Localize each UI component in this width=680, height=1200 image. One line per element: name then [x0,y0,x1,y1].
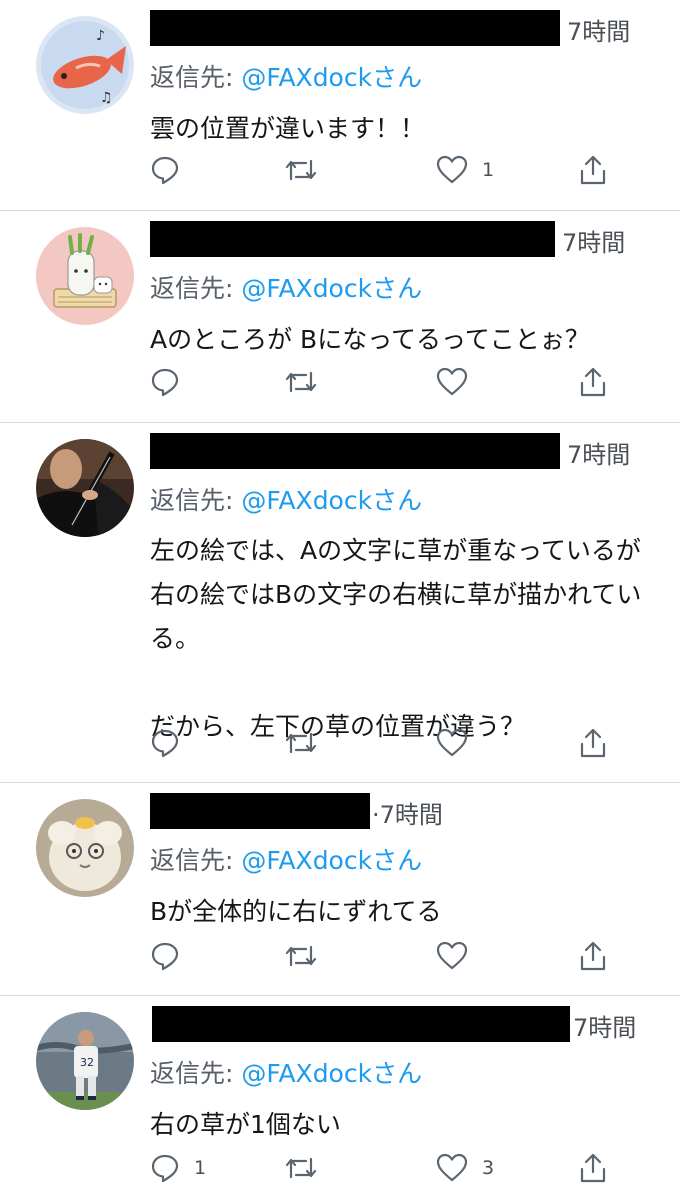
tweet[interactable]: ♪ ♫ 7時間 返信先: @FAXdockさん 雲の位置が違います！！ 1 [0,0,680,211]
svg-text:32: 32 [80,1056,94,1069]
reply-icon [151,729,179,758]
reply-handle-link[interactable]: @FAXdockさん [241,63,422,92]
share-icon [580,1153,606,1183]
reply-icon [151,368,179,397]
tweet-text: 雲の位置が違います！！ [150,114,426,143]
svg-text:♫: ♫ [100,90,113,106]
reply-to-line: 返信先: @FAXdockさん [150,58,422,94]
tweet-actions [150,362,650,402]
reply-button[interactable] [150,936,194,976]
retweet-button[interactable] [284,150,332,190]
share-button[interactable] [578,936,608,976]
redacted-name [150,433,560,469]
share-icon [580,155,606,185]
retweet-button[interactable] [284,1148,332,1188]
share-icon [580,367,606,397]
redacted-name [150,221,555,257]
tweet-actions [150,723,650,763]
retweet-button[interactable] [284,723,332,763]
tweet-time: 7時間 [562,229,626,257]
reply-to-label: 返信先: [150,1059,242,1088]
tweet-actions [150,936,650,976]
like-count: 1 [482,159,495,181]
reply-button[interactable] [150,723,194,763]
heart-icon [436,941,468,970]
reply-to-label: 返信先: [150,846,242,875]
share-icon [580,941,606,971]
reply-button[interactable]: 1 [150,1148,206,1188]
reply-icon [151,1154,179,1183]
tweet-time: 7時間 [573,1014,637,1042]
reply-button[interactable] [150,150,194,190]
retweet-icon [285,159,317,181]
avatar[interactable]: 32 [36,1012,134,1110]
heart-icon [436,155,468,184]
reply-handle-link[interactable]: @FAXdockさん [241,846,422,875]
reply-to-line: 返信先: @FAXdockさん [150,841,422,877]
reply-handle-link[interactable]: @FAXdockさん [241,1059,422,1088]
tweet[interactable]: 7時間 返信先: @FAXdockさん Aのところが Bになってるってことぉ？ [0,211,680,423]
daikon-character-avatar-icon [36,227,134,325]
share-button[interactable] [578,1148,608,1188]
like-button[interactable]: 3 [436,1148,494,1188]
share-button[interactable] [578,150,608,190]
like-count: 3 [482,1157,495,1179]
heart-icon [436,728,468,757]
svg-text:♪: ♪ [96,28,105,44]
clarinet-player-avatar-icon [36,439,134,537]
retweet-icon [285,1157,317,1179]
tweet-text: 右の草が1個ない [150,1110,341,1139]
redacted-name [150,793,370,829]
fish-avatar-icon: ♪ ♫ [36,16,134,114]
share-button[interactable] [578,362,608,402]
retweet-button[interactable] [284,936,332,976]
reply-handle-link[interactable]: @FAXdockさん [241,486,422,515]
avatar[interactable] [36,439,134,537]
like-button[interactable] [436,936,482,976]
tweet-time: ·7時間 [372,801,443,829]
share-button[interactable] [578,723,608,763]
reply-icon [151,156,179,185]
reply-button[interactable] [150,362,194,402]
reply-count: 1 [194,1157,207,1179]
redacted-name [150,10,560,46]
retweet-icon [285,371,317,393]
tweet-actions: 1 3 [150,1148,650,1188]
reply-to-line: 返信先: @FAXdockさん [150,269,422,305]
heart-icon [436,367,468,396]
reply-to-line: 返信先: @FAXdockさん [150,481,422,517]
like-button[interactable] [436,723,482,763]
retweet-button[interactable] [284,362,332,402]
tweet[interactable]: ·7時間 返信先: @FAXdockさん Bが全体的に右にずれてる [0,783,680,996]
avatar[interactable]: ♪ ♫ [36,16,134,114]
tweet-time: 7時間 [567,18,631,46]
reply-to-label: 返信先: [150,63,242,92]
reply-to-label: 返信先: [150,274,242,303]
tweet-text: Aのところが Bになってるってことぉ？ [150,325,590,354]
tweet-text: Bが全体的に右にずれてる [150,897,442,926]
tweet-time: 7時間 [567,441,631,469]
tweet-text: 左の絵では、Aの文字に草が重なっているが 右の絵ではBの文字の右横に草が描かれて… [150,536,642,741]
like-button[interactable] [436,362,482,402]
avatar[interactable] [36,799,134,897]
share-icon [580,728,606,758]
plush-toy-avatar-icon [36,799,134,897]
retweet-icon [285,945,317,967]
tweet[interactable]: 7時間 返信先: @FAXdockさん 左の絵では、Aの文字に草が重なっているが… [0,423,680,783]
heart-icon [436,1153,468,1182]
reply-to-line: 返信先: @FAXdockさん [150,1054,422,1090]
reply-icon [151,942,179,971]
reply-handle-link[interactable]: @FAXdockさん [241,274,422,303]
like-button[interactable]: 1 [436,150,494,190]
reply-to-label: 返信先: [150,486,242,515]
baseball-player-avatar-icon: 32 [36,1012,134,1110]
avatar[interactable] [36,227,134,325]
retweet-icon [285,732,317,754]
redacted-name [152,1006,570,1042]
tweet[interactable]: 32 7時間 返信先: @FAXdockさん 右の草が1個ない 1 3 [0,996,680,1200]
tweet-actions: 1 [150,150,650,190]
